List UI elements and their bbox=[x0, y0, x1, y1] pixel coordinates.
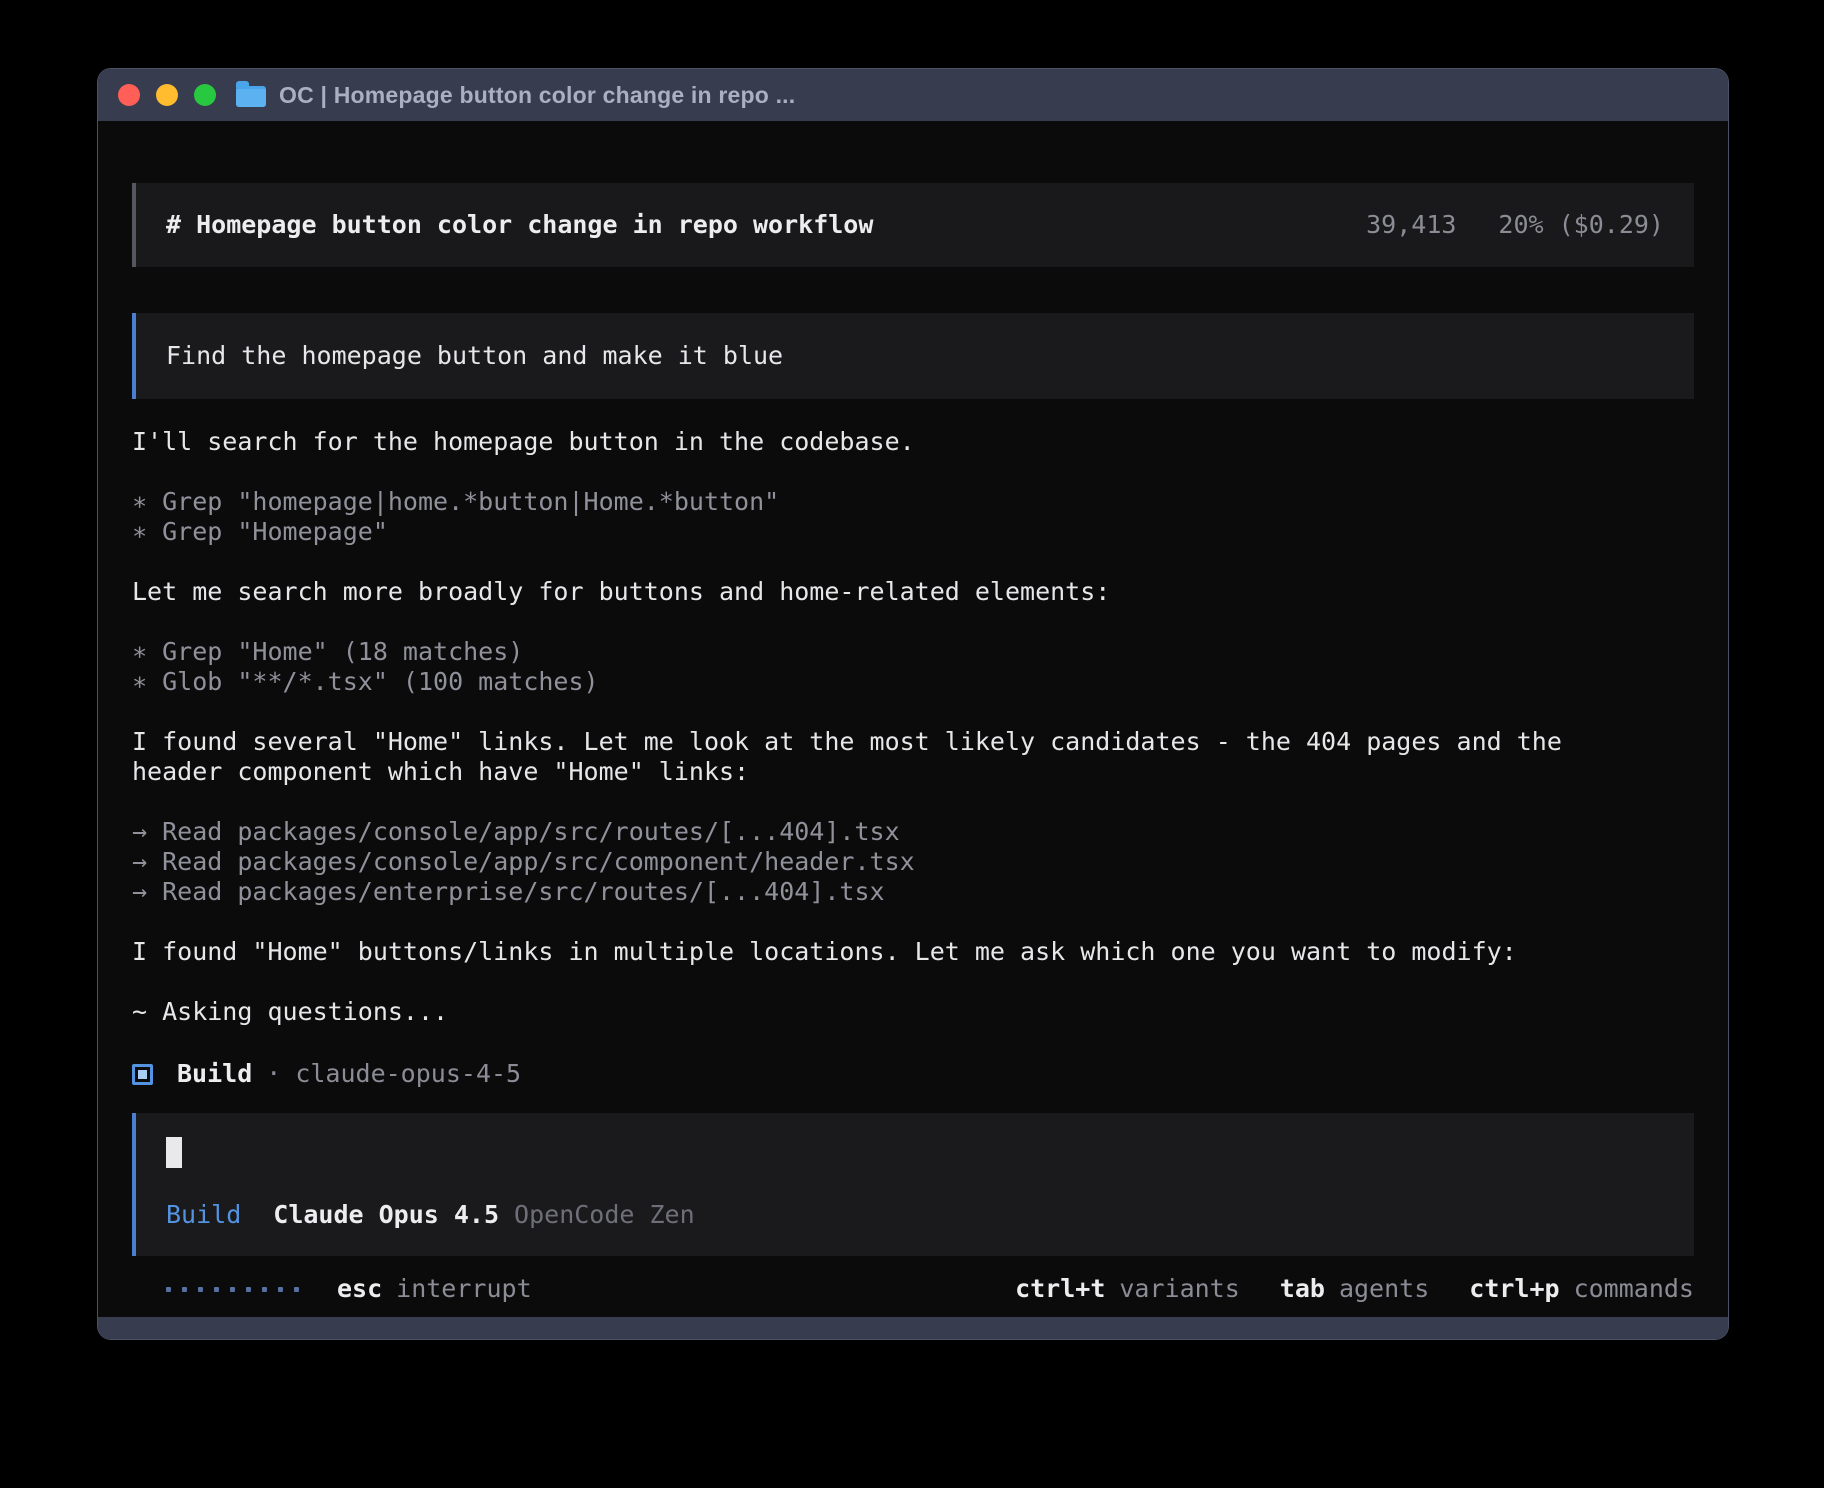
status-footer: esc interrupt ctrl+t variants tab agents… bbox=[132, 1274, 1694, 1304]
traffic-lights bbox=[118, 84, 216, 106]
context-usage: 20% ($0.29) bbox=[1498, 210, 1664, 239]
esc-key: esc bbox=[337, 1274, 382, 1304]
text-cursor bbox=[166, 1137, 182, 1168]
user-message-text: Find the homepage button and make it blu… bbox=[166, 341, 783, 370]
hint-commands: ctrl+p commands bbox=[1469, 1274, 1694, 1304]
tool-call-glob: ∗ Glob "**/*.tsx" (100 matches) bbox=[132, 667, 1694, 697]
token-count: 39,413 bbox=[1366, 210, 1456, 239]
user-message: Find the homepage button and make it blu… bbox=[132, 313, 1694, 399]
hint-variants: ctrl+t variants bbox=[1015, 1274, 1240, 1304]
agent-separator: · bbox=[266, 1059, 281, 1089]
tool-call-read: → Read packages/console/app/src/routes/[… bbox=[132, 817, 1694, 847]
assistant-transcript: I'll search for the homepage button in t… bbox=[132, 427, 1694, 1091]
provider-label: OpenCode Zen bbox=[514, 1200, 695, 1230]
agent-mode-label[interactable]: Build bbox=[166, 1200, 241, 1230]
assistant-text: I found several "Home" links. Let me loo… bbox=[132, 727, 1694, 757]
agent-name: Build bbox=[177, 1059, 252, 1089]
terminal-window: OC | Homepage button color change in rep… bbox=[97, 68, 1729, 1340]
activity-dots bbox=[166, 1287, 299, 1292]
tool-call-read: → Read packages/console/app/src/componen… bbox=[132, 847, 1694, 877]
window-title: OC | Homepage button color change in rep… bbox=[279, 82, 795, 109]
hint-interrupt: esc interrupt bbox=[337, 1274, 532, 1304]
folder-icon bbox=[236, 86, 266, 107]
prompt-input[interactable]: Build Claude Opus 4.5 OpenCode Zen bbox=[132, 1113, 1694, 1256]
tool-call-grep: ∗ Grep "homepage|home.*button|Home.*butt… bbox=[132, 487, 1694, 517]
assistant-text: I found "Home" buttons/links in multiple… bbox=[132, 937, 1694, 967]
session-header: # Homepage button color change in repo w… bbox=[132, 183, 1694, 267]
session-stats: 39,413 20% ($0.29) bbox=[1366, 210, 1664, 240]
titlebar[interactable]: OC | Homepage button color change in rep… bbox=[98, 69, 1728, 121]
assistant-status-text: ~ Asking questions... bbox=[132, 997, 1694, 1027]
tool-call-grep: ∗ Grep "Homepage" bbox=[132, 517, 1694, 547]
agent-model: claude-opus-4-5 bbox=[295, 1059, 521, 1089]
window-bottom-edge bbox=[98, 1317, 1728, 1339]
footer-shortcuts: ctrl+t variants tab agents ctrl+p comman… bbox=[1015, 1274, 1694, 1304]
assistant-text: I'll search for the homepage button in t… bbox=[132, 427, 1694, 457]
terminal-content: # Homepage button color change in repo w… bbox=[98, 121, 1728, 1317]
assistant-text: Let me search more broadly for buttons a… bbox=[132, 577, 1694, 607]
minimize-button[interactable] bbox=[156, 84, 178, 106]
maximize-button[interactable] bbox=[194, 84, 216, 106]
tool-call-read: → Read packages/enterprise/src/routes/[.… bbox=[132, 877, 1694, 907]
agent-task-row: Build · claude-opus-4-5 bbox=[132, 1057, 1694, 1091]
close-button[interactable] bbox=[118, 84, 140, 106]
assistant-text: header component which have "Home" links… bbox=[132, 757, 1694, 787]
hint-agents: tab agents bbox=[1280, 1274, 1429, 1304]
tool-call-grep: ∗ Grep "Home" (18 matches) bbox=[132, 637, 1694, 667]
session-title: # Homepage button color change in repo w… bbox=[166, 210, 873, 240]
model-label[interactable]: Claude Opus 4.5 bbox=[273, 1200, 499, 1230]
input-status-bar: Build Claude Opus 4.5 OpenCode Zen bbox=[166, 1200, 1664, 1230]
agent-task-icon bbox=[132, 1064, 153, 1085]
